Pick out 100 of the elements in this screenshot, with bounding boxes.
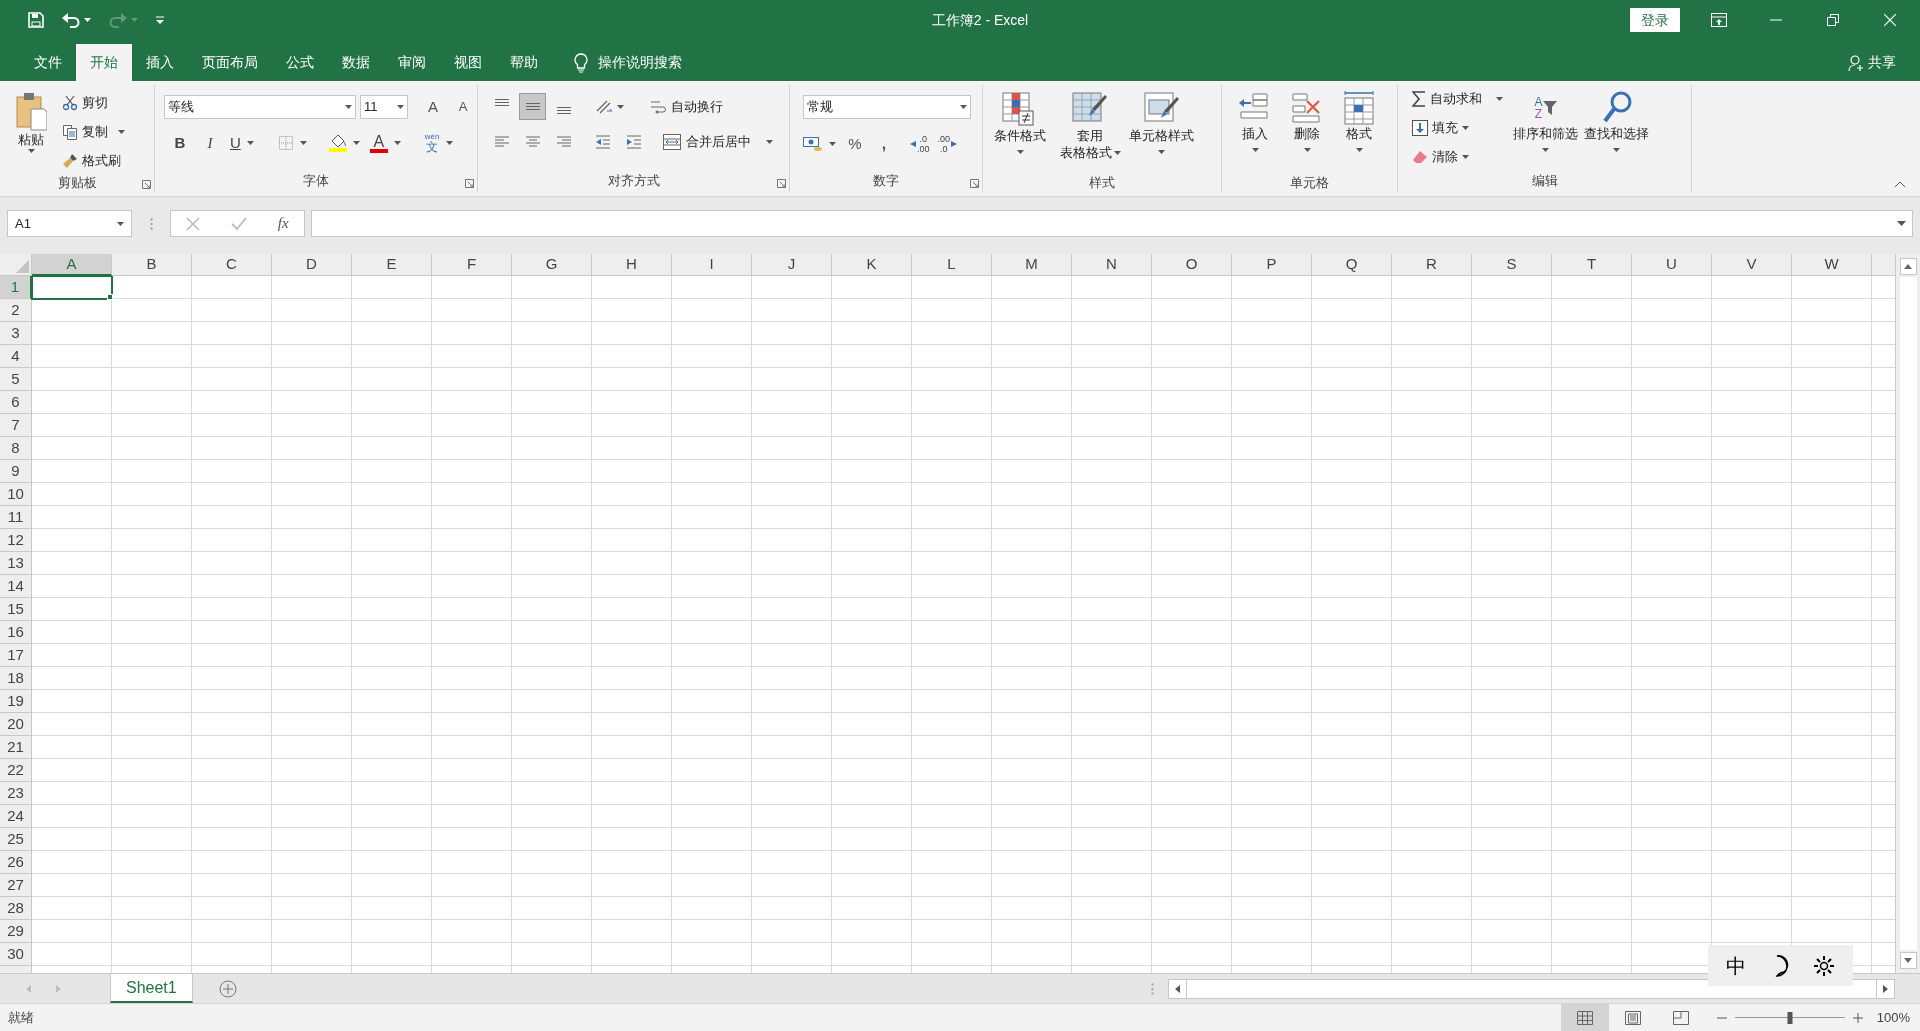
row-header[interactable]: 26: [0, 851, 32, 874]
ribbon-tab[interactable]: 帮助: [496, 44, 552, 81]
ribbon-tab[interactable]: 页面布局: [188, 44, 272, 81]
column-header[interactable]: W: [1792, 254, 1872, 276]
column-header[interactable]: C: [192, 254, 272, 276]
save-button[interactable]: [26, 10, 46, 30]
row-header[interactable]: 15: [0, 598, 32, 621]
middle-align-button[interactable]: [519, 93, 546, 120]
cells-button[interactable]: 删除: [1288, 91, 1326, 173]
settings-button[interactable]: [1813, 954, 1836, 977]
row-header[interactable]: 28: [0, 897, 32, 920]
row-header[interactable]: 6: [0, 391, 32, 414]
shrink-font-button[interactable]: A: [450, 95, 476, 119]
name-box[interactable]: A1: [7, 210, 132, 237]
font-size-field[interactable]: 11: [360, 95, 408, 119]
ribbon-tab[interactable]: 数据: [328, 44, 384, 81]
row-header[interactable]: 12: [0, 529, 32, 552]
column-header[interactable]: R: [1392, 254, 1472, 276]
scroll-down-button[interactable]: [1899, 952, 1917, 969]
sheet-tab[interactable]: Sheet1: [110, 974, 193, 1003]
row-header[interactable]: 14: [0, 575, 32, 598]
row-header[interactable]: 21: [0, 736, 32, 759]
row-header[interactable]: 25: [0, 828, 32, 851]
underline-button[interactable]: U: [228, 131, 256, 155]
row-header[interactable]: 9: [0, 460, 32, 483]
paste-button[interactable]: 粘贴: [8, 89, 54, 169]
column-header[interactable]: E: [352, 254, 432, 276]
clear-button[interactable]: 清除: [1410, 145, 1505, 169]
row-header[interactable]: 1: [0, 276, 32, 299]
row-header[interactable]: 29: [0, 920, 32, 943]
italic-button[interactable]: I: [198, 131, 222, 155]
wrap-text-button[interactable]: 自动换行: [648, 93, 725, 120]
collapse-ribbon-button[interactable]: [1892, 179, 1908, 190]
row-header[interactable]: 17: [0, 644, 32, 667]
column-header[interactable]: H: [592, 254, 672, 276]
column-header[interactable]: V: [1712, 254, 1792, 276]
normal-view-button[interactable]: [1560, 1004, 1609, 1031]
copy-button[interactable]: 复制: [60, 120, 127, 144]
zoom-in-button[interactable]: [1852, 1012, 1863, 1023]
column-header[interactable]: J: [752, 254, 832, 276]
column-header[interactable]: B: [112, 254, 192, 276]
scroll-up-button[interactable]: [1899, 258, 1917, 275]
sort-filter-button[interactable]: A Z 排序和筛选: [1513, 87, 1578, 169]
cut-button[interactable]: 剪切: [60, 91, 127, 115]
ribbon-tab[interactable]: 公式: [272, 44, 328, 81]
row-header[interactable]: 10: [0, 483, 32, 506]
column-header[interactable]: T: [1552, 254, 1632, 276]
row-header[interactable]: 11: [0, 506, 32, 529]
column-header[interactable]: G: [512, 254, 592, 276]
column-header[interactable]: I: [672, 254, 752, 276]
column-header[interactable]: S: [1472, 254, 1552, 276]
font-color-button[interactable]: A: [367, 131, 403, 155]
row-header[interactable]: 8: [0, 437, 32, 460]
autosum-button[interactable]: 自动求和: [1410, 87, 1505, 111]
row-header[interactable]: 22: [0, 759, 32, 782]
column-header[interactable]: U: [1632, 254, 1712, 276]
tell-me-search[interactable]: 操作说明搜索: [598, 52, 682, 73]
phonetic-guide-button[interactable]: wén 文: [422, 131, 455, 155]
decrease-decimal-button[interactable]: .00 .0: [937, 131, 958, 157]
column-header[interactable]: N: [1072, 254, 1152, 276]
undo-button[interactable]: [60, 10, 93, 30]
horizontal-scrollbar[interactable]: [1168, 978, 1895, 999]
column-header[interactable]: P: [1232, 254, 1312, 276]
ribbon-tab[interactable]: 审阅: [384, 44, 440, 81]
customize-toolbar-button[interactable]: [154, 14, 166, 26]
fill-button[interactable]: 填充: [1410, 116, 1505, 140]
font-name-field[interactable]: 等线: [164, 95, 356, 119]
share-button[interactable]: 共享: [1848, 44, 1896, 81]
row-header[interactable]: 27: [0, 874, 32, 897]
format-painter-button[interactable]: 格式刷: [60, 149, 127, 173]
formula-input[interactable]: [311, 210, 1913, 237]
column-header[interactable]: K: [832, 254, 912, 276]
zoom-slider[interactable]: [1734, 1010, 1845, 1025]
ribbon-tab[interactable]: 插入: [132, 44, 188, 81]
find-select-button[interactable]: 查找和选择: [1584, 87, 1649, 169]
style-gallery-button[interactable]: 单元格样式: [1129, 91, 1194, 173]
column-header[interactable]: L: [912, 254, 992, 276]
grow-font-button[interactable]: A: [420, 95, 446, 119]
vertical-scrollbar[interactable]: [1895, 254, 1920, 973]
row-header[interactable]: 16: [0, 621, 32, 644]
merge-center-button[interactable]: 合并后居中: [661, 128, 775, 155]
row-header[interactable]: 13: [0, 552, 32, 575]
slider-thumb[interactable]: [1787, 1011, 1793, 1024]
style-gallery-button[interactable]: 套用 表格格式: [1059, 91, 1121, 173]
row-header[interactable]: 19: [0, 690, 32, 713]
column-header[interactable]: O: [1152, 254, 1232, 276]
ribbon-tab[interactable]: 文件: [20, 44, 76, 81]
ribbon-tab[interactable]: 视图: [440, 44, 496, 81]
row-header[interactable]: 2: [0, 299, 32, 322]
cells-button[interactable]: 插入: [1236, 91, 1274, 173]
increase-decimal-button[interactable]: .0 .00: [910, 131, 930, 157]
column-header[interactable]: A: [32, 254, 112, 276]
input-mode-button[interactable]: 中: [1725, 950, 1746, 981]
row-header[interactable]: 3: [0, 322, 32, 345]
percent-button[interactable]: %: [844, 132, 866, 156]
row-header[interactable]: 24: [0, 805, 32, 828]
row-header[interactable]: 7: [0, 414, 32, 437]
column-header[interactable]: F: [432, 254, 512, 276]
insert-function-button[interactable]: fx: [277, 212, 289, 235]
ribbon-tab[interactable]: 开始: [76, 44, 132, 81]
